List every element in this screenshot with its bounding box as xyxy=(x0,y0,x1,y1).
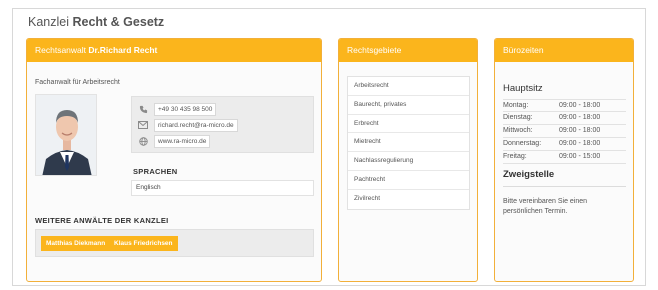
list-item[interactable]: Arbeitsrecht xyxy=(348,77,469,96)
hours-time: 09:00 - 18:00 xyxy=(559,127,601,134)
phone-number[interactable]: +49 30 435 98 500 xyxy=(154,102,217,116)
list-item[interactable]: Zivilrecht xyxy=(348,190,469,209)
lawyer-name: Dr.Richard Recht xyxy=(88,45,158,55)
contact-box: +49 30 435 98 500 richard.recht@ra-micro… xyxy=(131,96,314,153)
hours-day: Donnerstag: xyxy=(503,140,542,147)
lawyer-title-prefix: Rechtsanwalt xyxy=(35,45,87,55)
hours-panel-header: Bürozeiten xyxy=(495,39,633,62)
lawyer-panel-header: Rechtsanwalt Dr.Richard Recht xyxy=(27,39,321,62)
globe-icon xyxy=(138,136,148,146)
hours-time: 09:00 - 15:00 xyxy=(559,153,601,160)
lawyer-panel: Rechtsanwalt Dr.Richard Recht Fachanwalt… xyxy=(26,38,322,282)
areas-panel: Rechtsgebiete Arbeitsrecht Baurecht, pri… xyxy=(338,38,478,282)
list-item[interactable]: Baurecht, privates xyxy=(348,96,469,115)
hours-row: Montag: 09:00 - 18:00 xyxy=(503,99,626,112)
branch-note: Bitte vereinbaren Sie einen persönlichen… xyxy=(503,198,588,215)
brand-prefix: Kanzlei xyxy=(28,15,69,29)
colleague-button-friedrichsen[interactable]: Klaus Friedrichsen xyxy=(109,236,178,251)
hours-time: 09:00 - 18:00 xyxy=(559,140,601,147)
areas-list: Arbeitsrecht Baurecht, privates Erbrecht… xyxy=(347,76,470,210)
list-item[interactable]: Mietrecht xyxy=(348,133,469,153)
lawyer-subtitle: Fachanwalt für Arbeitsrecht xyxy=(35,79,120,86)
hours-row: Mittwoch: 09:00 - 18:00 xyxy=(503,125,626,138)
contact-web-row: www.ra-micro.de xyxy=(138,134,211,148)
areas-panel-header: Rechtsgebiete xyxy=(339,39,477,62)
hours-time: 09:00 - 18:00 xyxy=(559,102,601,109)
brand-name: Recht & Gesetz xyxy=(72,15,165,29)
hours-panel: Bürozeiten Hauptsitz Montag: 09:00 - 18:… xyxy=(494,38,634,282)
branch-title: Zweigstelle xyxy=(503,169,555,180)
list-item[interactable]: Erbrecht xyxy=(348,115,469,134)
language-value: Englisch xyxy=(131,180,314,196)
hours-day: Freitag: xyxy=(503,153,527,160)
colleagues-title: WEITERE ANWÄLTE DER KANZLEI xyxy=(35,216,169,225)
list-item[interactable]: Nachlassregulierung xyxy=(348,152,469,171)
brand-title: Kanzlei Recht & Gesetz xyxy=(28,15,164,29)
contact-phone-row: +49 30 435 98 500 xyxy=(138,102,217,116)
website-link[interactable]: www.ra-micro.de xyxy=(154,134,211,148)
lawyer-photo xyxy=(35,94,97,176)
colleagues-box: Matthias Diekmann Klaus Friedrichsen xyxy=(35,229,314,257)
hours-day: Mittwoch: xyxy=(503,127,533,134)
hours-table: Montag: 09:00 - 18:00 Dienstag: 09:00 - … xyxy=(503,99,626,164)
hours-row: Freitag: 09:00 - 15:00 xyxy=(503,151,626,164)
hours-row: Dienstag: 09:00 - 18:00 xyxy=(503,112,626,125)
colleague-button-diekmann[interactable]: Matthias Diekmann xyxy=(41,236,111,251)
email-address[interactable]: richard.recht@ra-micro.de xyxy=(154,118,238,132)
hours-day: Dienstag: xyxy=(503,114,533,121)
hours-day: Montag: xyxy=(503,102,529,109)
contact-email-row: richard.recht@ra-micro.de xyxy=(138,118,238,132)
list-item[interactable]: Pachtrecht xyxy=(348,171,469,190)
hours-time: 09:00 - 18:00 xyxy=(559,114,601,121)
envelope-icon xyxy=(138,120,148,130)
phone-icon xyxy=(138,104,148,114)
languages-title: SPRACHEN xyxy=(133,167,178,176)
main-office-title: Hauptsitz xyxy=(503,83,543,94)
hours-row: Donnerstag: 09:00 - 18:00 xyxy=(503,138,626,151)
divider xyxy=(503,186,626,187)
